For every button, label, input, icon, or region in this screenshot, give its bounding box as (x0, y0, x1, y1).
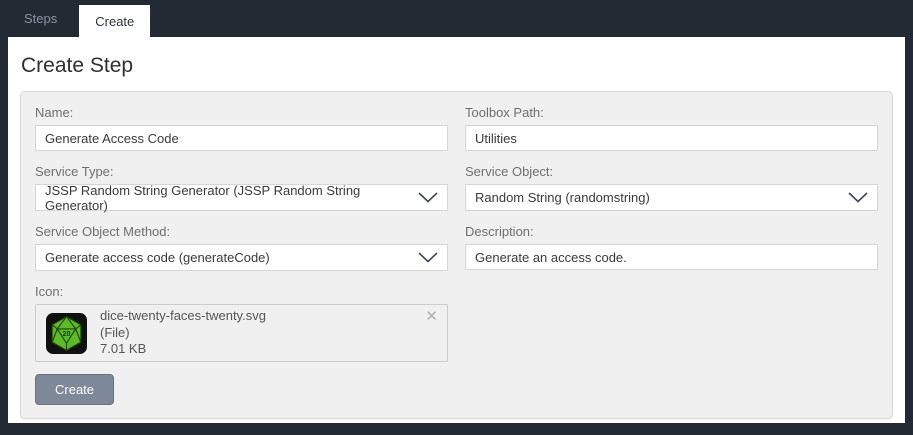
toolbox-path-field-group: Toolbox Path: (465, 105, 878, 151)
service-object-method-label: Service Object Method: (35, 224, 171, 239)
service-object-selected-value: Random String (randomstring) (475, 190, 650, 205)
toolbox-path-label: Toolbox Path: (465, 105, 544, 120)
service-type-select[interactable]: JSSP Random String Generator (JSSP Rando… (35, 182, 448, 213)
service-object-select[interactable]: Random String (randomstring) (465, 184, 878, 211)
description-input[interactable] (465, 244, 878, 270)
icon-label: Icon: (35, 284, 64, 299)
service-type-label: Service Type: (35, 164, 114, 179)
icon-file-box: 20 dice-twenty-faces-twenty.svg (File) 7… (35, 304, 448, 362)
create-step-page: Create Step Name: Toolbox Path: Service … (8, 37, 905, 423)
description-label: Description: (465, 224, 534, 239)
name-input[interactable] (35, 125, 448, 151)
chevron-down-icon (418, 252, 438, 263)
tab-steps[interactable]: Steps (8, 0, 73, 37)
icon-file-meta: dice-twenty-faces-twenty.svg (File) 7.01… (100, 308, 266, 359)
remove-icon-button[interactable]: ✕ (425, 309, 438, 324)
name-field-group: Name: (35, 105, 448, 151)
icon-file-size: 7.01 KB (100, 341, 147, 357)
chevron-down-icon (848, 192, 868, 203)
name-label: Name: (35, 105, 74, 120)
service-object-field-group: Service Object: Random String (randomstr… (465, 164, 878, 211)
service-object-method-selected-value: Generate access code (generateCode) (45, 250, 270, 265)
d20-dice-thumbnail: 20 (46, 312, 87, 354)
create-step-form-panel: Name: Toolbox Path: Service Type: JSSP R… (20, 91, 893, 419)
tab-create[interactable]: Create (79, 5, 151, 37)
service-type-field-group: Service Type: JSSP Random String Generat… (35, 164, 448, 213)
page-title: Create Step (21, 54, 134, 77)
create-button[interactable]: Create (35, 374, 115, 405)
grid-spacer (465, 284, 878, 362)
icon-field-group: Icon: 20 dice-twenty-faces-twenty.svg (F… (35, 284, 448, 362)
toolbox-path-input[interactable] (465, 125, 878, 151)
icon-file-name: dice-twenty-faces-twenty.svg (100, 307, 266, 323)
service-object-method-select[interactable]: Generate access code (generateCode) (35, 244, 448, 271)
chevron-down-icon (418, 192, 438, 203)
tab-bar: Steps Create (0, 0, 913, 37)
service-type-selected-value: JSSP Random String Generator (JSSP Rando… (45, 182, 361, 213)
service-object-method-field-group: Service Object Method: Generate access c… (35, 224, 448, 271)
description-field-group: Description: (465, 224, 878, 271)
svg-text:20: 20 (63, 330, 71, 338)
button-row: Create (35, 374, 878, 405)
icon-file-kind: (File) (100, 324, 130, 340)
service-object-label: Service Object: (465, 164, 554, 179)
